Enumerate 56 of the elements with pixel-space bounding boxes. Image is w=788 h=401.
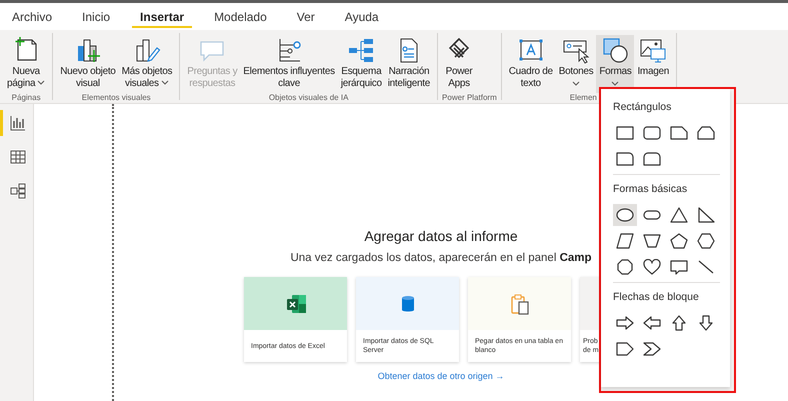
parallelogram-icon bbox=[615, 233, 635, 249]
hierarchy-icon bbox=[347, 36, 376, 64]
triangle-icon bbox=[669, 207, 689, 223]
ribbon-button[interactable]: Más objetos visuales bbox=[118, 35, 176, 93]
ribbon-button[interactable]: Nuevo objeto visual bbox=[57, 35, 119, 93]
square-circle-icon bbox=[601, 36, 630, 64]
ribbon-tab[interactable]: Insertar bbox=[132, 6, 192, 28]
octagon-icon bbox=[615, 259, 635, 275]
callout-icon bbox=[669, 259, 689, 275]
group-label: Elemen bbox=[568, 93, 598, 103]
section-title: Rectángulos bbox=[613, 101, 672, 113]
ribbon-button[interactable]: Nueva página bbox=[4, 35, 48, 93]
description: Una vez cargados los datos, aparecerán en el panel Camp bbox=[290, 252, 592, 264]
clipboard-icon bbox=[508, 292, 530, 314]
ribbon-tab[interactable]: Inicio bbox=[74, 6, 118, 28]
ribbon-tab[interactable]: Archivo bbox=[4, 6, 60, 28]
snip-top-icon bbox=[696, 125, 716, 141]
pentagon-icon bbox=[669, 233, 689, 249]
group-label: Elementos visuales bbox=[80, 93, 152, 103]
group-label: Power Platform bbox=[442, 93, 497, 103]
ribbon-button[interactable]: Formas bbox=[596, 35, 634, 93]
group-label: Páginas bbox=[10, 93, 42, 103]
trapezoid-icon bbox=[642, 233, 662, 249]
oval-icon bbox=[615, 207, 635, 223]
round-top-icon bbox=[642, 151, 662, 167]
ribbon-button[interactable]: Botones bbox=[556, 35, 596, 93]
ribbon-button[interactable]: Esquema jerárquico bbox=[338, 35, 385, 93]
arrow-right-icon bbox=[615, 315, 635, 331]
ribbon-button[interactable]: Narración inteligente bbox=[384, 35, 434, 93]
rectangle-icon bbox=[615, 125, 635, 141]
ribbon-button[interactable]: Cuadro de texto bbox=[506, 35, 556, 93]
round-corner-icon bbox=[615, 151, 635, 167]
ribbon-button[interactable]: Power Apps bbox=[442, 35, 476, 93]
ribbon-button[interactable]: Elementos influyentes clave bbox=[240, 35, 338, 93]
snip-corner-icon bbox=[669, 125, 689, 141]
line-icon bbox=[696, 259, 716, 275]
ribbon-tab[interactable]: Modelado bbox=[206, 6, 275, 28]
section-title: Formas básicas bbox=[613, 183, 688, 195]
pentagon-arrow-icon bbox=[615, 341, 635, 357]
ribbon-tab[interactable]: Ayuda bbox=[336, 6, 387, 28]
bar-chart-icon bbox=[9, 114, 27, 132]
section-title: Flechas de bloque bbox=[613, 291, 700, 303]
model-icon bbox=[9, 182, 27, 200]
heart-icon bbox=[642, 259, 662, 275]
group-label: Objetos visuales de IA bbox=[268, 93, 350, 103]
shape-button[interactable] bbox=[613, 204, 637, 226]
heading: Agregar datos al informe bbox=[364, 228, 518, 244]
arrow-left-icon bbox=[642, 315, 662, 331]
chevron-icon bbox=[642, 341, 662, 357]
hexagon-icon bbox=[696, 233, 716, 249]
rounded-rectangle-icon bbox=[642, 125, 662, 141]
spreadsheet-icon bbox=[284, 292, 306, 314]
right-triangle-icon bbox=[696, 207, 716, 223]
table-icon bbox=[9, 148, 27, 166]
ribbon-tab[interactable]: Ver bbox=[288, 6, 323, 28]
link[interactable]: Obtener datos de otro origen → bbox=[378, 371, 504, 381]
